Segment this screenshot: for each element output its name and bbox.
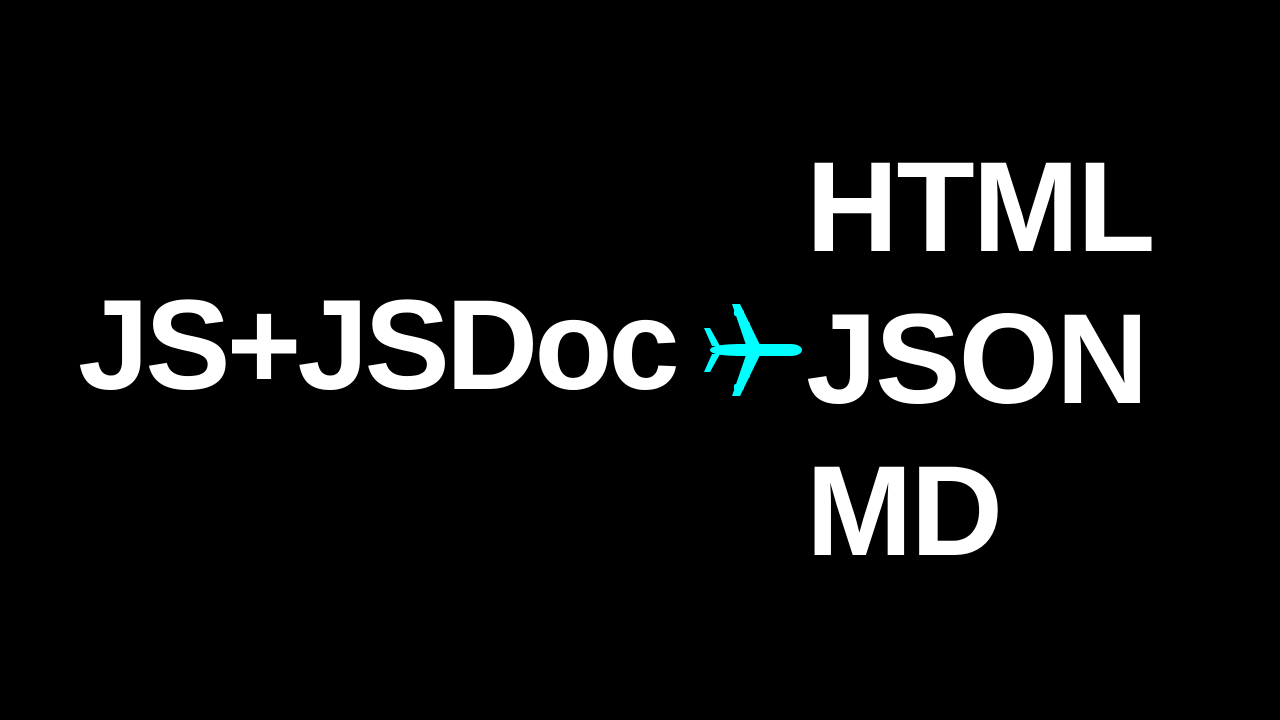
- target-formats: HTML JSON MD: [806, 132, 1155, 588]
- airplane-icon: [704, 304, 802, 396]
- airplane-engine: [734, 384, 744, 390]
- airplane-engine: [734, 310, 744, 316]
- airplane-engine: [740, 322, 750, 328]
- airplane-tail-top: [704, 328, 720, 346]
- target-json: JSON: [806, 288, 1149, 431]
- airplane-tail-bottom: [704, 354, 720, 372]
- airplane-fuselage: [710, 344, 802, 356]
- source-label: JS+JSDoc: [78, 274, 680, 417]
- slide: JS+JSDoc HTML JSON MD: [0, 0, 1280, 720]
- airplane-engine: [740, 372, 750, 378]
- target-md: MD: [806, 440, 1003, 583]
- target-html: HTML: [806, 136, 1155, 279]
